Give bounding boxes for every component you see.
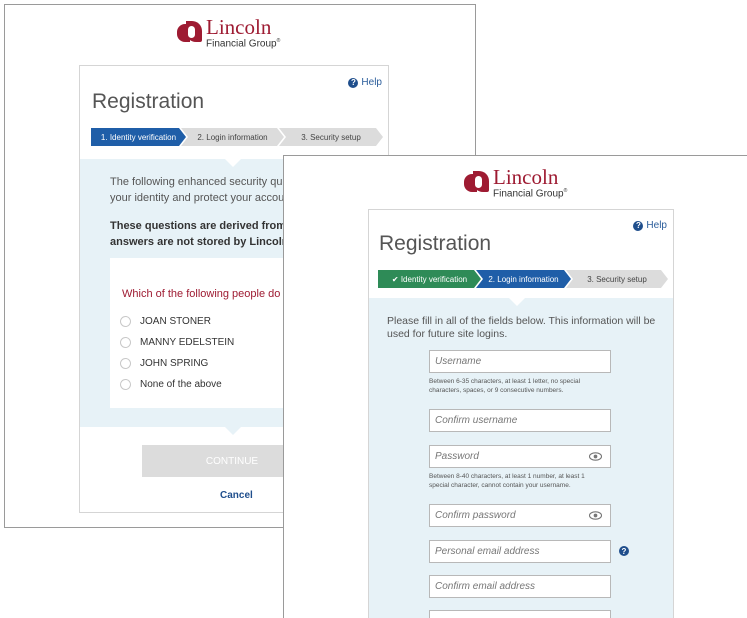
step-identity-verification: ✔ Identity verification [378, 270, 481, 288]
intro-text-2: your identity and protect your account. [110, 192, 297, 204]
progress-steps: 1. Identity verification 2. Login inform… [91, 128, 378, 146]
help-icon: ? [348, 77, 359, 88]
registration-panel: ? Help Registration ✔ Identity verificati… [368, 209, 674, 618]
security-question: Which of the following people do you k [122, 288, 310, 300]
brand-name: Lincoln [206, 15, 272, 39]
intro-text-1: Please fill in all of the fields below. … [387, 315, 656, 327]
radio-button[interactable] [120, 358, 131, 369]
content-notch [225, 427, 241, 435]
page-title: Registration [379, 232, 492, 255]
confirm-email-field[interactable]: Confirm email address [429, 575, 611, 598]
help-link[interactable]: ? Help [348, 77, 382, 88]
email-help-icon[interactable]: ? [619, 546, 629, 556]
page-title: Registration [92, 90, 205, 113]
username-hint: Between 6-35 characters, at least 1 lett… [429, 378, 581, 394]
step-notch [225, 159, 241, 167]
next-field[interactable] [429, 610, 611, 618]
step-notch [509, 298, 525, 306]
email-field[interactable]: Personal email address [429, 540, 611, 563]
lincoln-logo-icon [464, 171, 490, 195]
step-login-information: 2. Login information [476, 270, 571, 288]
step-security-setup: 3. Security setup [279, 128, 383, 146]
brand-sub: Financial Group® [493, 188, 568, 200]
lincoln-logo: Lincoln Financial Group® [464, 167, 567, 199]
option-john-spring[interactable]: JOHN SPRING [120, 358, 208, 369]
lincoln-logo-icon [177, 21, 203, 45]
radio-button[interactable] [120, 337, 131, 348]
window-login-information: Lincoln Financial Group® ? Help Registrat… [283, 155, 747, 618]
cancel-link[interactable]: Cancel [220, 490, 253, 501]
confirm-password-field[interactable]: Confirm password [429, 504, 611, 527]
radio-button[interactable] [120, 379, 131, 390]
password-field[interactable]: Password [429, 445, 611, 468]
progress-steps: ✔ Identity verification 2. Login informa… [378, 270, 663, 288]
password-hint: Between 8-40 characters, at least 1 numb… [429, 473, 585, 489]
option-manny-edelstein[interactable]: MANNY EDELSTEIN [120, 337, 234, 348]
help-icon: ? [633, 220, 644, 231]
step-identity-verification: 1. Identity verification [91, 128, 186, 146]
brand-name: Lincoln [493, 165, 559, 189]
lincoln-logo: Lincoln Financial Group® [177, 17, 280, 49]
confirm-username-field[interactable]: Confirm username [429, 409, 611, 432]
brand-sub: Financial Group® [206, 38, 281, 50]
step-login-information: 2. Login information [181, 128, 284, 146]
step-security-setup: 3. Security setup [566, 270, 668, 288]
username-field[interactable]: Username [429, 350, 611, 373]
option-joan-stoner[interactable]: JOAN STONER [120, 316, 211, 327]
intro-text-2: used for future site logins. [387, 328, 508, 340]
option-none[interactable]: None of the above [120, 379, 222, 390]
show-password-eye-icon[interactable] [589, 452, 602, 461]
show-password-eye-icon[interactable] [589, 511, 602, 520]
radio-button[interactable] [120, 316, 131, 327]
help-link[interactable]: ? Help [633, 220, 667, 231]
